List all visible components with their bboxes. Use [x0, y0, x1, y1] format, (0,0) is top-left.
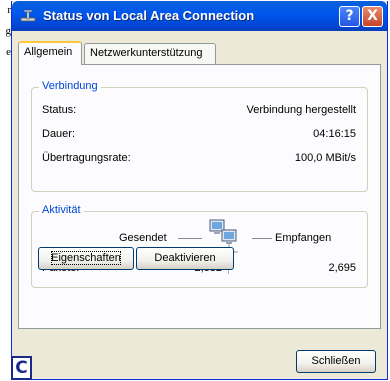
- status-value: Verbindung hergestellt: [246, 104, 356, 116]
- margin-char: r: [7, 4, 11, 16]
- window-title: Status von Local Area Connection: [43, 8, 255, 23]
- tab-panel-allgemein: Verbindung Status: Verbindung hergestell…: [18, 64, 381, 329]
- properties-button[interactable]: Eigenschaften: [38, 247, 134, 270]
- connection-group: Verbindung Status: Verbindung hergestell…: [31, 80, 368, 192]
- received-label: Empfangen: [275, 232, 332, 244]
- tab-netzwerkunterstuetzung[interactable]: Netzwerkunterstützung: [84, 43, 216, 64]
- received-line: [252, 238, 272, 239]
- status-label: Status:: [42, 104, 77, 116]
- margin-char: e: [6, 46, 11, 58]
- properties-button-label: Eigenschaften: [48, 248, 124, 268]
- close-button[interactable]: Schließen: [296, 350, 376, 373]
- duration-value: 04:16:15: [313, 128, 356, 140]
- speed-label: Übertragungsrate:: [42, 152, 131, 164]
- deactivate-button[interactable]: Deaktivieren: [136, 247, 234, 270]
- sent-label: Gesendet: [119, 232, 167, 244]
- activity-group-title: Aktivität: [39, 204, 84, 216]
- speed-value: 100,0 MBit/s: [294, 152, 356, 164]
- corner-label-badge: C: [11, 356, 32, 380]
- close-window-button[interactable]: X: [362, 6, 383, 27]
- tab-allgemein[interactable]: Allgemein: [18, 41, 82, 65]
- margin-char: g: [5, 25, 12, 37]
- background-document-text: r g e: [0, 0, 12, 63]
- packets-received-value: 2,695: [328, 262, 356, 274]
- help-button[interactable]: ?: [339, 6, 360, 27]
- close-button-label: Schließen: [311, 355, 361, 367]
- network-connection-icon: [20, 9, 36, 23]
- deactivate-button-label: Deaktivieren: [154, 252, 216, 264]
- duration-label: Dauer:: [42, 128, 76, 140]
- status-dialog: Status von Local Area Connection ? X All…: [11, 1, 388, 380]
- title-bar[interactable]: Status von Local Area Connection ? X: [12, 1, 387, 31]
- sent-line: [178, 238, 202, 239]
- connection-group-title: Verbindung: [39, 80, 101, 92]
